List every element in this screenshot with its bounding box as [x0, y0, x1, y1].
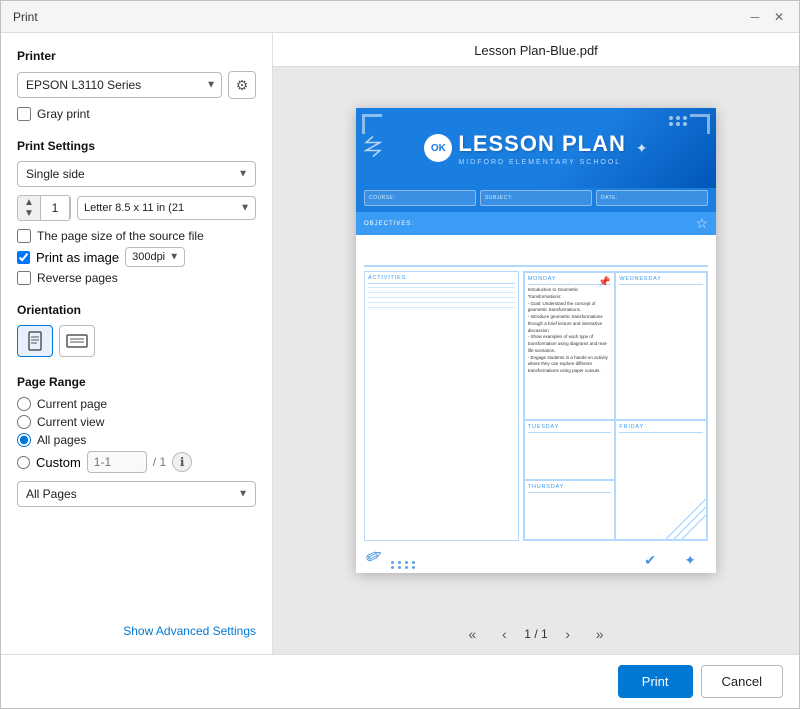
printer-select[interactable]: EPSON L3110 Series — [17, 72, 222, 98]
print-as-image-checkbox[interactable] — [17, 251, 30, 264]
gray-print-row: Gray print — [17, 107, 256, 121]
printer-settings-button[interactable]: ⚙ — [228, 71, 256, 99]
orientation-row — [17, 325, 256, 357]
right-panel: Lesson Plan-Blue.pdf — [273, 33, 799, 654]
page-size-checkbox[interactable] — [17, 229, 31, 243]
dpi-select-wrapper: 300dpi 150dpi 72dpi ▼ — [125, 247, 185, 267]
current-view-label[interactable]: Current view — [37, 415, 104, 429]
print-settings-section-label: Print Settings — [17, 139, 256, 153]
custom-info-button[interactable]: ℹ — [172, 452, 192, 472]
all-pages-label[interactable]: All pages — [37, 433, 86, 447]
reverse-pages-checkbox[interactable] — [17, 271, 31, 285]
all-pages-row: All pages — [17, 433, 256, 447]
reverse-pages-label[interactable]: Reverse pages — [37, 271, 118, 285]
reverse-pages-row: Reverse pages — [17, 271, 256, 285]
copies-decrement-button[interactable]: ▲▼ — [18, 195, 40, 221]
page-indicator: 1 / 1 — [524, 627, 547, 641]
lp-title-text: LESSON PLAN — [458, 131, 625, 157]
gray-print-label[interactable]: Gray print — [37, 107, 90, 121]
current-view-row: Current view — [17, 415, 256, 429]
landscape-button[interactable] — [59, 325, 95, 357]
dialog-footer: Print Cancel — [1, 654, 799, 708]
orientation-section-label: Orientation — [17, 303, 256, 317]
lp-title: OK LESSON PLAN MIDFORD ELEMENTARY SCHOOL… — [424, 131, 647, 166]
current-page-radio[interactable] — [17, 397, 31, 411]
print-button[interactable]: Print — [618, 665, 693, 698]
cancel-button[interactable]: Cancel — [701, 665, 783, 698]
paper-select-wrapper: Letter 8.5 x 11 in (21 ▼ — [77, 196, 256, 220]
dialog-body: Printer EPSON L3110 Series ▼ ⚙ Gray prin… — [1, 33, 799, 654]
preview-navigation: « ‹ 1 / 1 › » — [273, 614, 799, 654]
paper-select[interactable]: Letter 8.5 x 11 in (21 — [77, 196, 256, 220]
current-page-label[interactable]: Current page — [37, 397, 107, 411]
custom-range-input[interactable] — [87, 451, 147, 473]
close-button[interactable]: ✕ — [771, 9, 787, 25]
preview-header: Lesson Plan-Blue.pdf — [273, 33, 799, 67]
all-pages-dropdown[interactable]: All Pages Odd Pages Even Pages — [17, 481, 256, 507]
preview-filename: Lesson Plan-Blue.pdf — [474, 43, 598, 58]
portrait-button[interactable] — [17, 325, 53, 357]
print-as-image-row: Print as image 300dpi 150dpi 72dpi ▼ — [17, 247, 256, 267]
copies-input[interactable] — [40, 195, 70, 221]
page-size-label[interactable]: The page size of the source file — [37, 229, 204, 243]
lp-subtitle: MIDFORD ELEMENTARY SCHOOL — [458, 159, 621, 166]
printer-section-label: Printer — [17, 49, 256, 63]
title-bar-controls: ─ ✕ — [747, 9, 787, 25]
lp-ok-badge: OK — [424, 134, 452, 162]
printer-row: EPSON L3110 Series ▼ ⚙ — [17, 71, 256, 99]
dialog-title: Print — [13, 10, 38, 24]
copies-row: ▲▼ Letter 8.5 x 11 in (21 ▼ — [17, 195, 256, 221]
title-bar: Print ─ ✕ — [1, 1, 799, 33]
custom-radio[interactable] — [17, 456, 30, 469]
lp-header: OK LESSON PLAN MIDFORD ELEMENTARY SCHOOL… — [356, 108, 716, 188]
printer-select-wrapper: EPSON L3110 Series ▼ — [17, 72, 222, 98]
custom-label[interactable]: Custom — [36, 455, 81, 470]
lesson-plan-preview: OK LESSON PLAN MIDFORD ELEMENTARY SCHOOL… — [356, 108, 716, 573]
copies-spinner: ▲▼ — [17, 195, 71, 221]
gray-print-checkbox[interactable] — [17, 107, 31, 121]
advanced-settings-link[interactable]: Show Advanced Settings — [17, 608, 256, 638]
side-select-wrapper: Single side ▼ — [17, 161, 256, 187]
first-page-button[interactable]: « — [460, 622, 484, 646]
minimize-button[interactable]: ─ — [747, 9, 763, 25]
print-dialog: Print ─ ✕ Printer EPSON L3110 Series ▼ ⚙ — [0, 0, 800, 709]
custom-total: / 1 — [153, 455, 166, 469]
left-panel: Printer EPSON L3110 Series ▼ ⚙ Gray prin… — [1, 33, 273, 654]
dpi-select[interactable]: 300dpi 150dpi 72dpi — [125, 247, 185, 267]
current-page-row: Current page — [17, 397, 256, 411]
current-view-radio[interactable] — [17, 415, 31, 429]
page-range-section-label: Page Range — [17, 375, 256, 389]
page-size-row: The page size of the source file — [17, 229, 256, 243]
print-as-image-label[interactable]: Print as image — [36, 250, 119, 265]
custom-row: Custom / 1 ℹ — [17, 451, 256, 473]
side-select[interactable]: Single side — [17, 161, 256, 187]
last-page-button[interactable]: » — [588, 622, 612, 646]
prev-page-button[interactable]: ‹ — [492, 622, 516, 646]
page-preview: OK LESSON PLAN MIDFORD ELEMENTARY SCHOOL… — [356, 108, 716, 573]
next-page-button[interactable]: › — [556, 622, 580, 646]
all-pages-radio[interactable] — [17, 433, 31, 447]
preview-area: OK LESSON PLAN MIDFORD ELEMENTARY SCHOOL… — [273, 67, 799, 614]
all-pages-dropdown-wrapper: All Pages Odd Pages Even Pages ▼ — [17, 481, 256, 507]
